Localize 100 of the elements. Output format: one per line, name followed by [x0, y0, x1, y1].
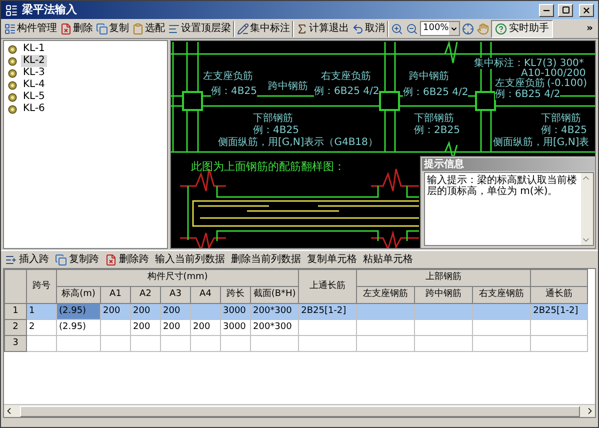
drawing-label: 下部钢筋	[414, 113, 454, 124]
drawing-label: 例：4B25	[541, 125, 587, 136]
edit-icon	[237, 22, 249, 34]
dropdown-caret-icon	[450, 24, 458, 32]
tree-item[interactable]: KL-6	[21, 103, 47, 115]
help-icon	[495, 22, 507, 34]
column-header: 跨号	[26, 270, 56, 304]
vertical-scrollbar[interactable]	[581, 173, 593, 245]
drawing-label: 例：2B25	[414, 125, 460, 136]
row-header: 2	[4, 320, 26, 336]
table-cell	[356, 336, 415, 352]
table-cell	[414, 336, 473, 352]
table-row[interactable]: 1 1 (2.95) 200 200 200 3000 200*300 2B25[1-2] 2B25[1-2]	[4, 304, 588, 320]
drawing-label: 例：6B25 4/2	[495, 89, 560, 100]
grid-toolbar-button[interactable]: 插入跨	[5, 252, 49, 268]
column-group-header: 上部钢筋	[356, 270, 531, 286]
table-cell	[250, 336, 299, 352]
delete-icon	[105, 254, 117, 266]
function-icon	[296, 22, 308, 34]
row-header: 3	[4, 336, 26, 352]
tree-item[interactable]: KL-2	[21, 55, 47, 67]
column-header: A3	[160, 286, 190, 304]
maximize-button[interactable]	[558, 4, 573, 16]
tree-item[interactable]: KL-5	[21, 91, 47, 103]
toolbar-button[interactable]: 集中标注	[236, 20, 291, 38]
drawing-label: 跨中钢筋	[409, 71, 449, 82]
align-icon	[168, 22, 180, 34]
toolbar-button[interactable]: 计算退出	[295, 20, 350, 38]
hand-icon	[477, 22, 489, 34]
maximize-icon	[562, 6, 570, 14]
scroll-thumb[interactable]	[20, 406, 580, 416]
table-cell	[472, 336, 531, 352]
clipboard-icon	[132, 22, 144, 34]
row-header: 1	[4, 304, 26, 320]
column-header: A1	[100, 286, 130, 304]
drawing-label: 右支座负筋	[321, 71, 371, 82]
crosshair-icon	[462, 22, 474, 34]
column-header: 通长筋	[530, 286, 588, 304]
drawing-label: 跨中钢筋	[268, 81, 308, 92]
toolbar-button[interactable]: 删除	[59, 20, 94, 38]
table-row[interactable]: 3	[4, 336, 588, 352]
drawing-label: 左支座负筋	[203, 71, 253, 82]
drawing-label: 左支座负筋	[495, 78, 545, 89]
column-header: 右支座钢筋	[472, 286, 531, 304]
drawing-label: (-0.100)	[547, 78, 588, 89]
close-button[interactable]	[579, 4, 594, 16]
grid-toolbar-button[interactable]: 输入当前列数据	[155, 252, 225, 268]
app-icon	[5, 4, 18, 16]
table-cell	[130, 336, 160, 352]
table-row[interactable]: 2 2 (2.95) 200 200 200 3000 200*300	[4, 320, 588, 336]
horizontal-scrollbar[interactable]	[4, 404, 595, 417]
drawing-label: 例：4B25	[253, 125, 299, 136]
zoom-in-icon	[391, 22, 403, 34]
column-header: 截面(B*H)	[250, 286, 299, 304]
table-cell	[26, 336, 56, 352]
window-title: 梁平法输入	[22, 2, 78, 18]
zoom-out-icon	[406, 22, 418, 34]
hint-text: 输入提示：梁的标高默认取当前楼层的顶标高，单位为 m(米)。	[426, 174, 578, 199]
zoom-select[interactable]: 100%	[420, 21, 460, 36]
grid-toolbar-button[interactable]: 删除跨	[105, 252, 149, 268]
tree-item[interactable]: KL-1	[21, 43, 47, 55]
table-cell	[190, 336, 220, 352]
delete-icon	[60, 22, 72, 34]
column-header: A2	[130, 286, 160, 304]
table-cell: (2.95)	[56, 304, 100, 320]
table-cell	[56, 336, 100, 352]
minimize-button[interactable]	[539, 4, 554, 16]
column-header: 左支座钢筋	[356, 286, 415, 304]
insert-icon	[5, 254, 17, 266]
column-header: 跨长	[220, 286, 250, 304]
grid-toolbar-button[interactable]: 粘贴单元格	[363, 252, 413, 268]
table-cell	[220, 336, 250, 352]
tree-item[interactable]: KL-3	[21, 67, 47, 79]
drawing-label: 下部钢筋	[541, 113, 581, 124]
copy-icon	[55, 254, 67, 266]
toolbar-button[interactable]: 选配	[131, 20, 166, 38]
drawing-label: 集中标注：KL7(3) 300*	[474, 58, 584, 69]
drawing-label: 例：6B25 4/2	[314, 86, 380, 97]
drawing-label: 侧面纵筋，用[G,N]表	[493, 137, 590, 148]
toolbar-overflow-button[interactable]: »	[584, 21, 596, 36]
toolbar-button[interactable]: 设置顶层梁	[167, 20, 232, 38]
table-cell	[530, 336, 588, 352]
table-cell	[160, 336, 190, 352]
toolbar-button[interactable]: 构件管理	[3, 20, 58, 38]
helper-toggle-button[interactable]: 实时助手	[491, 20, 553, 38]
toolbar-button[interactable]: 取消	[351, 20, 386, 38]
hint-panel-title: 提示信息	[422, 158, 595, 171]
column-group-header: 构件尺寸(mm)	[56, 270, 299, 286]
tree-item[interactable]: KL-4	[21, 79, 47, 91]
toolbar-button[interactable]: 复制	[95, 20, 130, 38]
grid-toolbar-button[interactable]: 删除当前列数据	[231, 252, 301, 268]
grid-toolbar-button[interactable]: 复制单元格	[307, 252, 357, 268]
table-cell	[298, 336, 357, 352]
close-icon	[582, 6, 591, 14]
table-cell	[100, 336, 130, 352]
column-header: 跨中钢筋	[414, 286, 473, 304]
grid-toolbar-button[interactable]: 复制跨	[55, 252, 99, 268]
column-header: A4	[190, 286, 220, 304]
undo-icon	[352, 22, 364, 34]
column-header: 上通长筋	[298, 270, 357, 304]
